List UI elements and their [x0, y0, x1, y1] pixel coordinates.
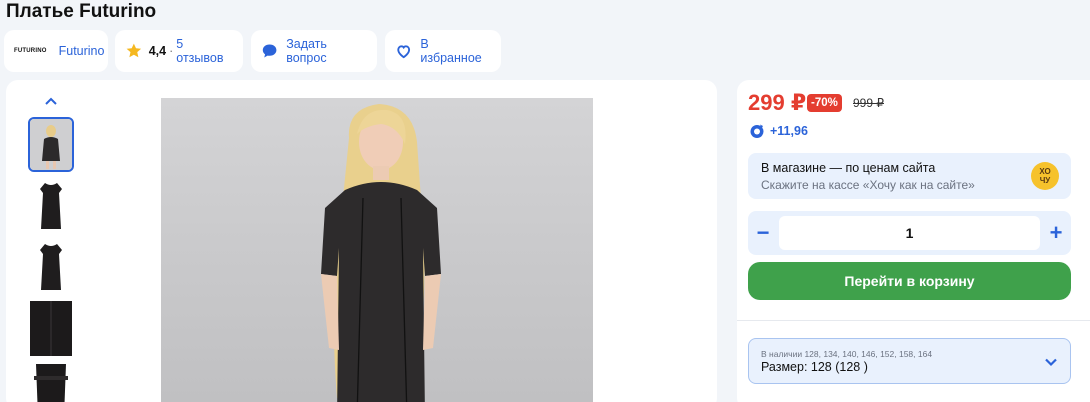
rating-value: 4,4 [148, 44, 167, 58]
rating-chip[interactable]: 4,4 · 5 отзывов [115, 30, 243, 72]
size-availability: В наличии 128, 134, 140, 146, 152, 158, … [761, 349, 933, 359]
heart-icon [397, 45, 411, 59]
quantity-decrease-button[interactable]: − [748, 211, 778, 255]
thumbnail-1[interactable] [28, 117, 74, 172]
size-selected: Размер: 128 (128 ) [761, 360, 868, 374]
bonus-points[interactable]: +11,96 [749, 123, 808, 139]
current-price: 299 ₽ [748, 90, 807, 115]
store-price-banner: В магазине — по ценам сайта Скажите на к… [748, 153, 1071, 199]
thumbnail-5[interactable] [28, 362, 74, 402]
thumbnail-image [30, 119, 72, 170]
old-price: 999 ₽ [853, 96, 884, 110]
bonus-coin-icon [750, 124, 764, 138]
thumbnail-image [28, 240, 74, 295]
thumbnail-image [28, 362, 74, 402]
main-product-photo[interactable] [161, 98, 593, 402]
ask-question-label: Задать вопрос [286, 37, 327, 65]
rating-separator: · [169, 44, 174, 58]
buy-box: 299 ₽ -70% 999 ₽ +11,96 В магазине — по … [737, 80, 1090, 402]
svg-text:ЧУ: ЧУ [1040, 176, 1052, 185]
discount-badge: -70% [807, 94, 842, 112]
thumbnail-2[interactable] [28, 179, 74, 234]
store-subtitle: Скажите на кассе «Хочу как на сайте» [761, 178, 975, 192]
svg-text:ХО: ХО [1039, 167, 1050, 176]
chevron-down-icon [1045, 358, 1057, 367]
star-icon [126, 43, 142, 58]
quantity-input[interactable] [779, 216, 1040, 250]
thumbnail-4[interactable] [28, 301, 74, 356]
product-gallery [6, 80, 717, 402]
favorite-chip[interactable]: В избранное [385, 30, 501, 72]
size-select[interactable]: В наличии 128, 134, 140, 146, 152, 158, … [748, 338, 1071, 384]
brand-link[interactable]: Futurino [59, 44, 105, 58]
thumbnail-image [30, 301, 72, 356]
hochu-logo-icon: ХО ЧУ [1031, 162, 1059, 190]
divider [737, 320, 1090, 321]
brand-chip[interactable]: FUTURINO Futurino [4, 30, 108, 72]
chevron-up-icon[interactable] [44, 96, 58, 106]
thumbnail-3[interactable] [28, 240, 74, 295]
quantity-stepper: − + [748, 211, 1071, 255]
favorite-label: В избранное [420, 37, 482, 65]
ask-question-chip[interactable]: Задать вопрос [251, 30, 377, 72]
quantity-increase-button[interactable]: + [1041, 211, 1071, 255]
store-title: В магазине — по ценам сайта [761, 161, 936, 175]
page-title: Платье Futurino [6, 1, 157, 22]
brand-logo: FUTURINO [14, 48, 47, 54]
speech-bubble-icon [262, 44, 277, 58]
product-photo-image [321, 104, 441, 402]
reviews-link[interactable]: 5 отзывов [176, 37, 233, 65]
thumbnail-image [28, 179, 74, 234]
bonus-value: +11,96 [770, 124, 808, 138]
go-to-cart-button[interactable]: Перейти в корзину [748, 262, 1071, 300]
